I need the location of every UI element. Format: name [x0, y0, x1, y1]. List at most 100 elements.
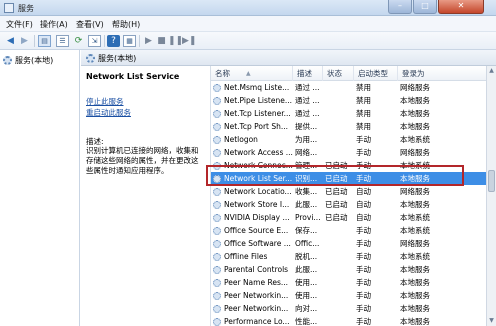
forward-arrow-icon[interactable]: ▶ [18, 35, 31, 47]
list-icon[interactable]: ☰ [56, 35, 69, 47]
column-header-name[interactable]: 名称 ▲ [211, 66, 293, 81]
table-row[interactable]: Peer Name Res... 使用... 手动 本地服务 [211, 276, 486, 289]
service-startup-type-cell: 手动 [356, 265, 371, 274]
menu-view[interactable]: 查看(V) [76, 19, 104, 30]
table-row[interactable]: Performance Lo... 性能... 手动 本地服务 [211, 315, 486, 326]
gear-icon [213, 291, 221, 300]
service-startup-type-cell: 手动 [356, 148, 371, 157]
table-row[interactable]: Network Store I... 此服... 已启动 自动 本地服务 [211, 198, 486, 211]
service-status-cell [325, 94, 353, 107]
service-name-cell: Net.Tcp Port Sh... [213, 120, 293, 133]
service-name: Net.Pipe Listene... [224, 96, 292, 105]
service-name: Office Software ... [224, 239, 291, 248]
back-arrow-icon[interactable]: ◀ [4, 35, 17, 47]
service-description-cell: 使用... [295, 278, 318, 287]
service-status-cell [325, 302, 353, 315]
service-logon-cell: 本地服务 [400, 278, 430, 287]
service-name: Network Locatio... [224, 187, 292, 196]
close-button[interactable]: ✕ [438, 0, 484, 14]
service-startup-type-cell: 自动 [356, 187, 371, 196]
gear-icon [86, 54, 95, 63]
scroll-down-arrow-icon[interactable]: ▼ [487, 316, 496, 326]
toolbar: ◀ ▶ ▤ ☰ ⟳ ⇲ ? ▦ ▶ ■ ❚❚ ▶❚ [0, 32, 496, 50]
table-row[interactable]: Netlogon 为用... 手动 本地系统 [211, 133, 486, 146]
service-status-cell [325, 263, 353, 276]
column-header-status[interactable]: 状态 [323, 66, 354, 81]
service-description-cell: 此服... [295, 265, 318, 274]
service-logon-cell: 网络服务 [400, 148, 430, 157]
service-logon-cell: 网络服务 [400, 187, 430, 196]
table-row[interactable]: Peer Networkin... 向对... 手动 本地服务 [211, 302, 486, 315]
service-name-cell: Net.Msmq Liste... [213, 81, 293, 94]
table-row[interactable]: Network Locatio... 收集... 已启动 自动 网络服务 [211, 185, 486, 198]
selected-service-name: Network List Service [86, 72, 180, 81]
service-name: Net.Tcp Listener... [224, 109, 291, 118]
window-title: 服务 [18, 4, 34, 13]
service-startup-type-cell: 自动 [356, 200, 371, 209]
maximize-button[interactable]: □ [413, 0, 437, 14]
table-row[interactable]: Net.Tcp Listener... 通过 ... 禁用 本地服务 [211, 107, 486, 120]
description-text: 识别计算机已连接的网络，收集和存储这些网络的属性，并在更改这些属性时通知应用程序… [86, 146, 199, 175]
help-icon[interactable]: ? [107, 35, 120, 47]
service-name: Peer Networkin... [224, 304, 289, 313]
table-row[interactable]: Office Software ... Offic... 手动 网络服务 [211, 237, 486, 250]
service-logon-cell: 本地服务 [400, 317, 430, 326]
tree-node-label: 服务(本地) [15, 55, 54, 65]
service-startup-type-cell: 手动 [356, 291, 371, 300]
table-row[interactable]: Parental Controls 此服... 手动 本地服务 [211, 263, 486, 276]
column-header-log-on-as[interactable]: 登录为 [398, 66, 486, 81]
scroll-up-arrow-icon[interactable]: ▲ [487, 66, 496, 76]
minimize-button[interactable]: – [388, 0, 412, 14]
table-row[interactable]: Net.Msmq Liste... 通过 ... 禁用 网络服务 [211, 81, 486, 94]
menu-action[interactable]: 操作(A) [40, 19, 68, 30]
service-logon-cell: 本地服务 [400, 304, 430, 313]
service-status-cell: 已启动 [325, 200, 348, 209]
service-description-cell: 向对... [295, 304, 318, 313]
service-logon-cell: 本地服务 [400, 96, 430, 105]
restart-service-link[interactable]: 重启动此服务 [86, 107, 131, 118]
column-header-description[interactable]: 描述 [293, 66, 323, 81]
gear-icon [213, 200, 221, 209]
service-startup-type-cell: 手动 [356, 239, 371, 248]
play-icon[interactable]: ▶ [142, 35, 155, 47]
gear-icon [213, 317, 221, 326]
table-row[interactable]: Network Access ... 网络... 手动 网络服务 [211, 146, 486, 159]
vertical-scrollbar[interactable]: ▲ ▼ [486, 66, 496, 326]
service-name: Network Store I... [224, 200, 290, 209]
gear-icon [213, 213, 221, 222]
table-row[interactable]: Peer Networkin... 使用... 手动 本地服务 [211, 289, 486, 302]
table-row[interactable]: NVIDIA Display ... Provi... 已启动 自动 本地系统 [211, 211, 486, 224]
stop-icon[interactable]: ■ [155, 35, 168, 47]
table-row[interactable]: Office Source E... 保存... 手动 本地系统 [211, 224, 486, 237]
refresh-icon[interactable]: ⟳ [72, 35, 85, 47]
title-bar: 服务 – □ ✕ [0, 0, 496, 16]
table-row[interactable]: Net.Tcp Port Sh... 提供... 禁用 本地服务 [211, 120, 486, 133]
service-name: Network Access ... [224, 148, 293, 157]
stop-service-link[interactable]: 停止此服务 [86, 96, 124, 107]
service-name-cell: Network Access ... [213, 146, 293, 159]
menu-help[interactable]: 帮助(H) [112, 19, 140, 30]
service-status-cell [325, 250, 353, 263]
service-name: Net.Msmq Liste... [224, 83, 290, 92]
restart-icon[interactable]: ▶❚ [182, 35, 196, 47]
tree-node-services-local[interactable]: 服务(本地) [3, 54, 53, 66]
service-name-cell: Offline Files [213, 250, 293, 263]
service-name: Offline Files [224, 252, 268, 261]
service-description-cell: 保存... [295, 226, 318, 235]
console-tree-icon[interactable]: ▤ [38, 35, 51, 47]
column-header-startup-type[interactable]: 启动类型 [354, 66, 398, 81]
service-description-cell: Offic... [295, 239, 320, 248]
service-name: Net.Tcp Port Sh... [224, 122, 289, 131]
table-row[interactable]: Net.Pipe Listene... 通过 ... 禁用 本地服务 [211, 94, 486, 107]
table-row[interactable]: Offline Files 脱机... 手动 本地系统 [211, 250, 486, 263]
properties-icon[interactable]: ▦ [123, 35, 136, 47]
export-icon[interactable]: ⇲ [88, 35, 101, 47]
service-status-cell [325, 224, 353, 237]
gear-icon [213, 96, 221, 105]
pause-icon[interactable]: ❚❚ [168, 35, 183, 47]
scrollbar-thumb[interactable] [488, 170, 495, 192]
service-name-cell: NVIDIA Display ... [213, 211, 293, 224]
menu-file[interactable]: 文件(F) [6, 19, 33, 30]
gear-icon [213, 278, 221, 287]
service-name: Netlogon [224, 135, 258, 144]
